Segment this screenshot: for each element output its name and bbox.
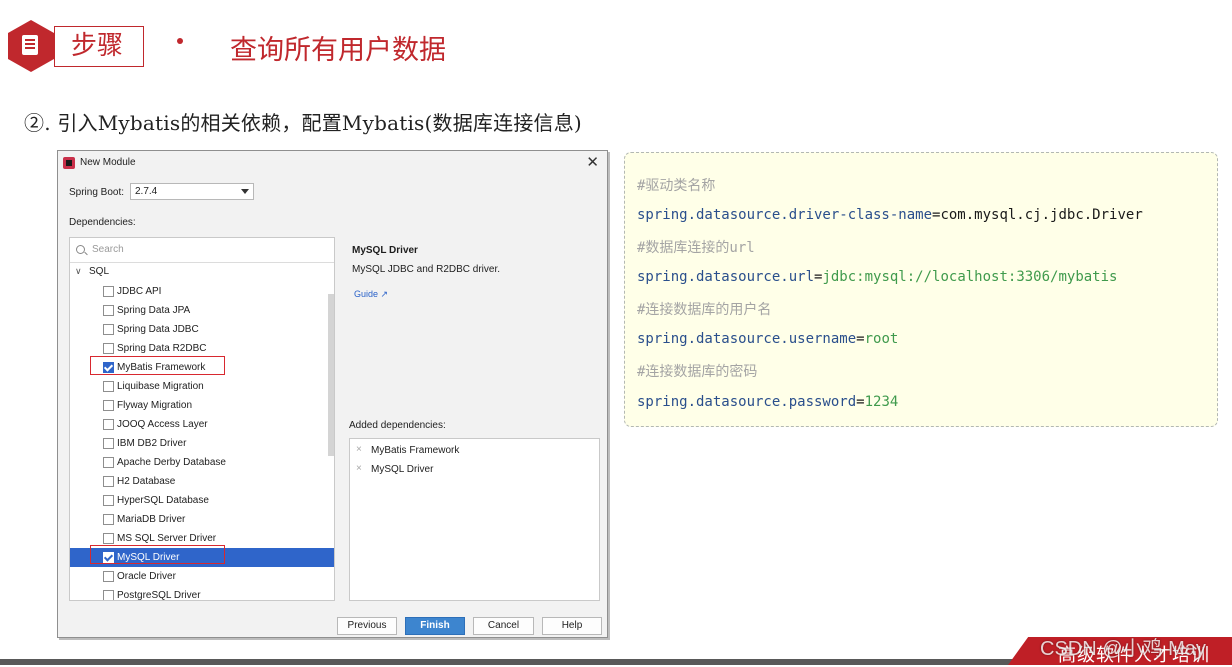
- code-comment: #数据库连接的url: [637, 240, 755, 256]
- dependency-item[interactable]: Flyway Migration: [70, 396, 334, 415]
- added-dependencies-list: × MyBatis Framework × MySQL Driver: [349, 438, 600, 601]
- dependency-checkbox[interactable]: [103, 476, 114, 487]
- dependency-item[interactable]: HyperSQL Database: [70, 491, 334, 510]
- dependency-checkbox[interactable]: [103, 286, 114, 297]
- subtitle: ②. 引入Mybatis的相关依赖，配置Mybatis(数据库连接信息): [24, 111, 582, 135]
- code-comment: #连接数据库的用户名: [637, 302, 772, 318]
- dependency-item[interactable]: Spring Data JPA: [70, 301, 334, 320]
- page-title: 查询所有用户数据: [230, 35, 446, 66]
- dependency-item[interactable]: Oracle Driver: [70, 567, 334, 586]
- dependency-label: Liquibase Migration: [117, 381, 204, 392]
- dependency-label: JDBC API: [117, 286, 162, 297]
- dependency-checkbox[interactable]: [103, 495, 114, 506]
- dependency-label: Oracle Driver: [117, 571, 176, 582]
- code-comment: #驱动类名称: [637, 178, 716, 194]
- dependency-label: H2 Database: [117, 476, 176, 487]
- code-equals: =: [856, 394, 865, 410]
- dependency-checkbox[interactable]: [103, 571, 114, 582]
- dependency-item[interactable]: H2 Database: [70, 472, 334, 491]
- dependency-item[interactable]: JOOQ Access Layer: [70, 415, 334, 434]
- dependency-label: MariaDB Driver: [117, 514, 186, 525]
- dependency-label: Spring Data JDBC: [117, 324, 199, 335]
- group-label: SQL: [89, 266, 110, 277]
- cancel-button[interactable]: Cancel: [473, 617, 534, 635]
- code-value: 1234: [864, 394, 899, 410]
- document-icon: [8, 20, 54, 72]
- finish-button[interactable]: Finish: [405, 617, 465, 635]
- code-line: spring.datasource.url=jdbc:mysql://local…: [637, 269, 1117, 285]
- chevron-down-icon[interactable]: ∨: [75, 266, 82, 277]
- dependency-item[interactable]: PostgreSQL Driver: [70, 586, 334, 601]
- bullet-dot: [177, 38, 183, 44]
- dependency-checkbox[interactable]: [103, 438, 114, 449]
- code-key: spring.datasource.username: [637, 331, 857, 347]
- dependency-label: Apache Derby Database: [117, 457, 226, 468]
- detail-description: MySQL JDBC and R2DBC driver.: [352, 264, 501, 275]
- config-code-block: #驱动类名称 spring.datasource.driver-class-na…: [624, 152, 1218, 427]
- dependency-checkbox[interactable]: [103, 533, 114, 544]
- code-value: com.mysql.cj.jdbc.Driver: [940, 207, 1143, 223]
- intellij-app-icon: [63, 157, 75, 169]
- dependency-label: MS SQL Server Driver: [117, 533, 217, 544]
- code-equals: =: [856, 331, 865, 347]
- dependency-search: [70, 238, 334, 263]
- dependency-checkbox[interactable]: [103, 324, 114, 335]
- dependency-label: HyperSQL Database: [117, 495, 209, 506]
- dialog-title: New Module: [80, 157, 136, 168]
- code-key: spring.datasource.password: [637, 394, 857, 410]
- dependency-checkbox[interactable]: [103, 381, 114, 392]
- dependency-item[interactable]: Apache Derby Database: [70, 453, 334, 472]
- dependency-label: IBM DB2 Driver: [117, 438, 187, 449]
- dependency-item[interactable]: JDBC API: [70, 282, 334, 301]
- help-button[interactable]: Help: [542, 617, 602, 635]
- previous-button[interactable]: Previous: [337, 617, 397, 635]
- highlight-mysql: [90, 545, 225, 564]
- detail-title: MySQL Driver: [352, 245, 418, 256]
- dependency-label: Spring Data R2DBC: [117, 343, 207, 354]
- search-icon: [76, 245, 85, 254]
- dialog-titlebar: New Module ✕: [58, 151, 607, 175]
- dependency-checkbox[interactable]: [103, 400, 114, 411]
- code-value: root: [864, 331, 899, 347]
- remove-icon[interactable]: ×: [356, 463, 362, 474]
- dependency-item[interactable]: Liquibase Migration: [70, 377, 334, 396]
- code-key: spring.datasource.driver-class-name: [637, 207, 933, 223]
- added-item-label: MySQL Driver: [371, 464, 434, 475]
- added-item-label: MyBatis Framework: [371, 445, 460, 456]
- code-line: spring.datasource.username=root: [637, 331, 898, 347]
- remove-icon[interactable]: ×: [356, 444, 362, 455]
- code-line: spring.datasource.driver-class-name=com.…: [637, 207, 1143, 223]
- new-module-dialog: New Module ✕ Spring Boot: 2.7.4 Dependen…: [57, 150, 608, 638]
- dependency-checkbox[interactable]: [103, 305, 114, 316]
- code-value: jdbc:mysql://localhost:3306/mybatis: [822, 269, 1118, 285]
- code-key: spring.datasource.url: [637, 269, 815, 285]
- dependency-checkbox[interactable]: [103, 419, 114, 430]
- watermark: CSDN @小鸡 May: [1040, 638, 1206, 660]
- spring-boot-label: Spring Boot:: [69, 187, 125, 198]
- dependency-label: JOOQ Access Layer: [117, 419, 208, 430]
- dependency-checkbox[interactable]: [103, 343, 114, 354]
- dropdown-caret-icon: [241, 189, 249, 194]
- added-dependencies-label: Added dependencies:: [349, 420, 446, 431]
- dependency-label: Flyway Migration: [117, 400, 193, 411]
- highlight-mybatis: [90, 356, 225, 375]
- dependency-item[interactable]: MariaDB Driver: [70, 510, 334, 529]
- code-line: spring.datasource.password=1234: [637, 394, 898, 410]
- search-input[interactable]: [92, 242, 292, 257]
- dependency-item[interactable]: Spring Data JDBC: [70, 320, 334, 339]
- dependency-checkbox[interactable]: [103, 457, 114, 468]
- step-label: 步骤: [54, 26, 144, 67]
- guide-link[interactable]: Guide ↗: [354, 289, 388, 300]
- spring-boot-version-value: 2.7.4: [135, 186, 158, 197]
- dependency-checkbox[interactable]: [103, 590, 114, 600]
- dependency-item[interactable]: IBM DB2 Driver: [70, 434, 334, 453]
- dependency-label: Spring Data JPA: [117, 305, 191, 316]
- code-comment: #连接数据库的密码: [637, 364, 758, 380]
- dependency-checkbox[interactable]: [103, 514, 114, 525]
- dependencies-label: Dependencies:: [69, 217, 136, 228]
- close-icon[interactable]: ✕: [586, 153, 599, 171]
- dependency-label: PostgreSQL Driver: [117, 590, 201, 601]
- spring-boot-version-select[interactable]: 2.7.4: [130, 183, 254, 200]
